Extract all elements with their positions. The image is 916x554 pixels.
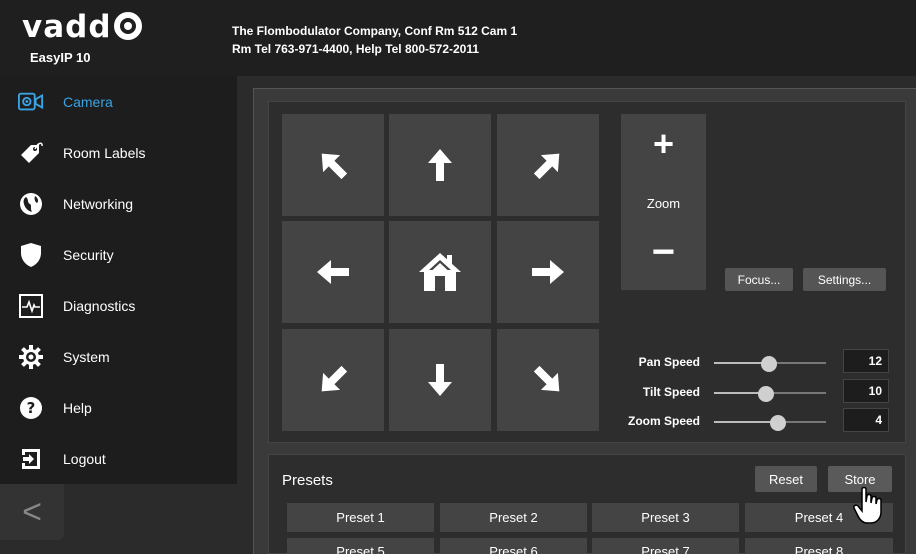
sidebar-item-security[interactable]: Security xyxy=(0,229,237,280)
pan-left-button[interactable] xyxy=(282,221,384,323)
settings-button[interactable]: Settings... xyxy=(803,268,886,291)
sidebar-item-label: Help xyxy=(63,399,92,416)
sidebar: Camera Room Labels Networking Security D… xyxy=(0,76,237,484)
company-line-2: Rm Tel 763-971-4400, Help Tel 800-572-20… xyxy=(232,42,480,56)
sidebar-item-label: Logout xyxy=(63,450,106,467)
sidebar-item-label: Room Labels xyxy=(63,144,146,161)
pan-speed-slider[interactable] xyxy=(714,356,826,372)
company-line-1: The Flombodulator Company, Conf Rm 512 C… xyxy=(232,24,518,38)
preset-button[interactable]: Preset 8 xyxy=(745,538,893,554)
sidebar-item-help[interactable]: ? Help xyxy=(0,382,237,433)
presets-title: Presets xyxy=(282,472,333,489)
tilt-speed-label: Tilt Speed xyxy=(642,385,700,399)
sidebar-item-label: Camera xyxy=(63,93,113,110)
sidebar-item-system[interactable]: System xyxy=(0,331,237,382)
sidebar-item-diagnostics[interactable]: Diagnostics xyxy=(0,280,237,331)
preset-button[interactable]: Preset 3 xyxy=(592,503,739,532)
tag-icon xyxy=(18,140,44,166)
tilt-down-button[interactable] xyxy=(389,329,491,431)
zoom-speed-handle[interactable] xyxy=(769,415,786,431)
preset-button[interactable]: Preset 5 xyxy=(287,538,434,554)
arrow-up-right-icon xyxy=(533,153,560,180)
reset-presets-button[interactable]: Reset xyxy=(755,466,817,492)
shield-icon xyxy=(18,242,44,268)
sidebar-item-room-labels[interactable]: Room Labels xyxy=(0,127,237,178)
home-button[interactable] xyxy=(389,221,491,323)
arrow-up-left-icon xyxy=(321,153,348,180)
pan-speed-label: Pan Speed xyxy=(638,355,700,369)
preset-button[interactable]: Preset 1 xyxy=(287,503,434,532)
zoom-control: + Zoom − xyxy=(621,114,706,290)
sidebar-item-camera[interactable]: Camera xyxy=(0,76,237,127)
globe-icon xyxy=(18,191,44,217)
help-icon: ? xyxy=(18,395,44,421)
sidebar-item-label: Networking xyxy=(63,195,134,212)
hand-pointer-cursor-icon xyxy=(853,486,882,524)
zoom-label: Zoom xyxy=(646,196,681,211)
zoom-speed-fill xyxy=(714,421,778,423)
company-info: The Flombodulator Company, Conf Rm 512 C… xyxy=(232,22,517,58)
zoom-speed-slider[interactable] xyxy=(714,415,826,431)
focus-button[interactable]: Focus... xyxy=(725,268,793,291)
arrow-right-icon xyxy=(532,260,564,284)
pan-up-left-button[interactable] xyxy=(282,114,384,216)
logout-icon xyxy=(18,446,44,472)
tilt-speed-handle[interactable] xyxy=(757,386,774,402)
preset-button[interactable]: Preset 6 xyxy=(440,538,587,554)
zoom-out-button[interactable]: − xyxy=(621,232,706,272)
arrow-down-icon xyxy=(428,364,452,396)
arrow-left-icon xyxy=(317,260,349,284)
pan-right-button[interactable] xyxy=(497,221,599,323)
tilt-up-button[interactable] xyxy=(389,114,491,216)
collapse-sidebar-button[interactable]: < xyxy=(0,484,64,540)
zoom-speed-label: Zoom Speed xyxy=(627,414,700,428)
home-icon xyxy=(419,253,461,291)
sidebar-item-label: Diagnostics xyxy=(63,297,136,314)
zoom-speed-value[interactable]: 4 xyxy=(843,408,889,432)
logo-o-mark xyxy=(113,12,142,40)
pan-up-right-button[interactable] xyxy=(497,114,599,216)
pan-down-right-button[interactable] xyxy=(497,329,599,431)
header: vadd EasyIP 10 The Flombodulator Company… xyxy=(0,0,916,76)
tilt-speed-slider[interactable] xyxy=(714,386,826,402)
zoom-in-button[interactable]: + xyxy=(621,124,706,164)
pulse-icon xyxy=(18,293,44,319)
pan-down-left-button[interactable] xyxy=(282,329,384,431)
sidebar-item-label: System xyxy=(63,348,110,365)
gear-icon xyxy=(18,344,44,370)
svg-text:?: ? xyxy=(27,399,36,417)
chevron-left-icon: < xyxy=(22,492,42,531)
sidebar-item-logout[interactable]: Logout xyxy=(0,433,237,484)
camera-icon xyxy=(18,89,44,115)
product-name: EasyIP 10 xyxy=(30,50,91,65)
preset-button[interactable]: Preset 7 xyxy=(592,538,739,554)
arrow-down-left-icon xyxy=(321,365,348,392)
pan-speed-value[interactable]: 12 xyxy=(843,349,889,373)
sidebar-item-networking[interactable]: Networking xyxy=(0,178,237,229)
preset-button[interactable]: Preset 2 xyxy=(440,503,587,532)
arrow-down-right-icon xyxy=(533,365,560,392)
tilt-speed-value[interactable]: 10 xyxy=(843,379,889,403)
pan-speed-handle[interactable] xyxy=(760,356,777,372)
vaddio-logo: vadd xyxy=(22,8,142,46)
brand-text: vadd xyxy=(22,9,112,45)
arrow-up-icon xyxy=(428,149,452,181)
sidebar-item-label: Security xyxy=(63,246,114,263)
